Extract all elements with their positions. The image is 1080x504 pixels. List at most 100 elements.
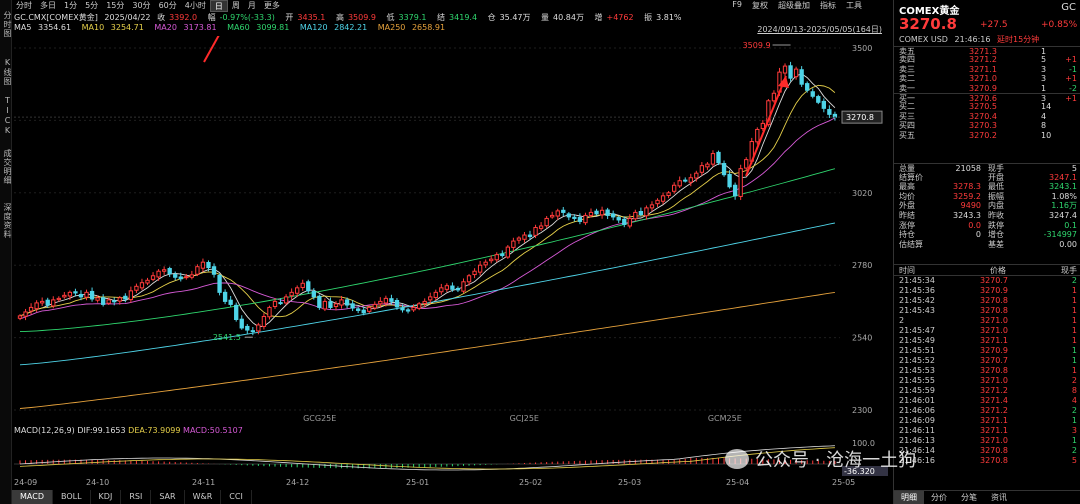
f9-button[interactable]: F9 — [732, 0, 742, 11]
tab-rsi[interactable]: RSI — [121, 490, 152, 504]
bid-row[interactable]: 买一 3270.6 3 +1 — [894, 92, 1080, 103]
tick-volume: 3 — [1071, 426, 1077, 435]
candle-body — [112, 300, 117, 303]
tick-volume: 2 — [1071, 446, 1077, 455]
tab-macd[interactable]: MACD — [12, 490, 53, 504]
period-day[interactable]: 日 — [209, 0, 228, 12]
tab-kdj[interactable]: KDJ — [91, 490, 122, 504]
range-label: 幅 — [207, 13, 216, 22]
macd-value: 50.5107 — [209, 426, 243, 435]
ask-row[interactable]: 卖三 3271.1 3 -1 — [894, 65, 1080, 74]
tab-sar[interactable]: SAR — [151, 490, 185, 504]
stat-label: 跌停 — [988, 220, 1004, 230]
period-month[interactable]: 月 — [244, 0, 260, 12]
stat-row: 结算价 开盘 3247.1 — [894, 173, 1080, 183]
tick-time: 21:45:42 — [899, 296, 935, 305]
period-more[interactable]: 更多 — [260, 0, 284, 12]
stat-value: -314997 — [1043, 230, 1077, 240]
candle-body — [333, 303, 339, 308]
candle-body — [566, 213, 571, 218]
candle-body — [250, 330, 255, 333]
candle-body — [378, 300, 383, 305]
nav-timeshare[interactable]: 分时图 — [0, 0, 12, 48]
nav-tick[interactable]: TICK — [0, 94, 12, 138]
period-60min[interactable]: 60分 — [155, 0, 181, 12]
candle-body — [538, 225, 544, 229]
bid-row[interactable]: 买五 3270.2 10 — [894, 131, 1080, 140]
period-multiday[interactable]: 多日 — [36, 0, 60, 12]
price-change: +27.5 — [980, 20, 1008, 30]
period-15min[interactable]: 15分 — [102, 0, 128, 12]
candle-body — [400, 307, 405, 311]
candle-body — [156, 270, 161, 278]
stat-value: 3278.3 — [953, 182, 981, 192]
candle-body — [422, 300, 427, 305]
candle-body — [455, 287, 461, 291]
tools-button[interactable]: 工具 — [846, 0, 862, 11]
adjust-button[interactable]: 复权 — [752, 0, 768, 11]
amp-label: 振 — [644, 13, 653, 22]
stat-value: 0.0 — [968, 220, 981, 230]
indicator-button[interactable]: 指标 — [820, 0, 836, 11]
candlestick-chart[interactable]: 3500326030202780254023003509.92541.53270… — [14, 36, 890, 422]
bid-row[interactable]: 买二 3270.5 14 — [894, 102, 1080, 111]
ask-row[interactable]: 卖四 3271.2 5 +1 — [894, 55, 1080, 64]
candle-body — [561, 209, 566, 213]
ask-row[interactable]: 卖二 3271.0 3 +1 — [894, 74, 1080, 83]
tick-price: 3271.2 — [980, 386, 1008, 395]
tick-volume: 1 — [1071, 356, 1077, 365]
oi-label: 仓 — [487, 13, 496, 22]
candle-body — [660, 195, 666, 202]
nav-depth-info[interactable]: 深度资料 — [0, 196, 12, 246]
macd-title: MACD(12,26,9) — [14, 426, 75, 435]
tick-price: 3271.0 — [980, 326, 1008, 335]
level-price: 3271.0 — [969, 74, 997, 84]
nav-trade-detail[interactable]: 成交明细 — [0, 142, 12, 192]
level-price: 3271.1 — [969, 64, 997, 74]
nav-kline[interactable]: K线图 — [0, 52, 12, 92]
tab-wr[interactable]: W&R — [185, 490, 222, 504]
tab-price-breakdown[interactable]: 分价 — [924, 491, 954, 504]
inc-label: 增 — [594, 13, 603, 22]
candle-body — [611, 213, 616, 218]
period-4hour[interactable]: 4小时 — [181, 0, 210, 12]
candle-body — [727, 173, 732, 188]
period-5min[interactable]: 5分 — [81, 0, 102, 12]
bid-row[interactable]: 买四 3270.3 8 — [894, 121, 1080, 130]
tab-news[interactable]: 资讯 — [984, 491, 1014, 504]
period-30min[interactable]: 30分 — [128, 0, 154, 12]
tab-boll[interactable]: BOLL — [53, 490, 91, 504]
low-label: 低 — [386, 13, 395, 22]
candle-body — [805, 83, 810, 91]
period-timeshare[interactable]: 分时 — [12, 0, 36, 12]
period-week[interactable]: 周 — [228, 0, 244, 12]
tick-list[interactable]: 时间 价格 现手 21:45:34 3270.7 2 21:45:36 3270.9 1 21:4… — [894, 264, 1080, 466]
tick-row: 21:46:06 3271.2 2 — [894, 406, 1080, 416]
tab-tick-breakdown[interactable]: 分笔 — [954, 491, 984, 504]
level-label: 卖二 — [899, 74, 915, 84]
level-label: 卖一 — [899, 83, 915, 93]
vol-value: 40.84万 — [553, 13, 584, 22]
bid-row[interactable]: 买三 3270.4 4 — [894, 112, 1080, 121]
tab-cci[interactable]: CCI — [221, 490, 252, 504]
candle-body — [544, 217, 549, 227]
overlay-button[interactable]: 超级叠加 — [778, 0, 810, 11]
period-1min[interactable]: 1分 — [60, 0, 81, 12]
ask-row[interactable]: 卖五 3271.3 1 — [894, 46, 1080, 56]
tick-time: 21:46:11 — [899, 426, 935, 435]
ask-row[interactable]: 卖一 3270.9 1 -2 — [894, 84, 1080, 93]
dea-value: 73.9099 — [147, 426, 181, 435]
tick-volume: 5 — [1071, 456, 1077, 465]
low-value: 3379.1 — [398, 13, 427, 22]
candle-body — [267, 306, 272, 318]
tab-detail[interactable]: 明细 — [894, 491, 924, 504]
stat-row: 估结算 基差 0.00 — [894, 240, 1080, 250]
level-volume: 8 — [1041, 121, 1047, 131]
annotation-arrow — [745, 75, 787, 177]
ma250-legend: MA250 2658.91 — [377, 23, 446, 32]
candle-body — [533, 226, 538, 236]
candle-body — [821, 100, 826, 109]
candle-body — [444, 285, 450, 290]
stat-value: 0 — [975, 230, 981, 240]
dif-value: 99.1653 — [92, 426, 126, 435]
